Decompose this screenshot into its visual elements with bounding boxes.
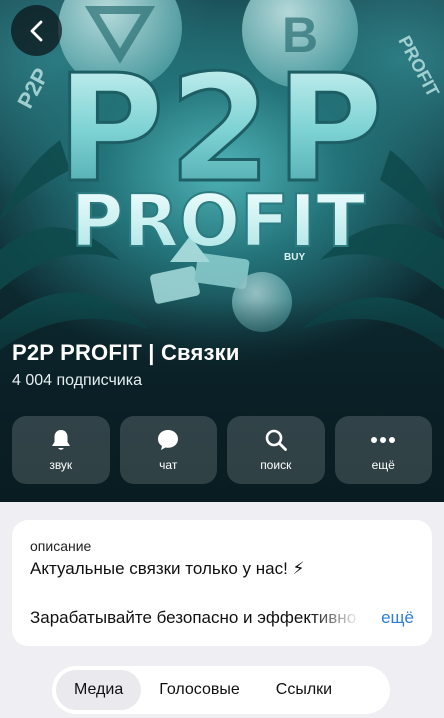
- channel-title: P2P PROFIT | Связки: [12, 340, 240, 365]
- description-line-2: Зарабатывайте безопасно и эффективно: [30, 608, 357, 627]
- description-line-2-wrap: Зарабатывайте безопасно и эффективно ещё: [30, 608, 414, 632]
- cover-buy-tag: BUY: [284, 252, 305, 263]
- chat-button-label: чат: [159, 458, 178, 472]
- tab-links[interactable]: Ссылки: [258, 670, 350, 710]
- back-button[interactable]: [11, 5, 62, 56]
- description-fade: [310, 608, 370, 632]
- description-label: описание: [30, 538, 92, 554]
- description-card: описание Актуальные связки только у нас!…: [12, 520, 432, 646]
- more-dots-icon: [371, 437, 396, 443]
- cover-side-text-right: PROFIT: [394, 32, 443, 100]
- tab-voice[interactable]: Голосовые: [141, 670, 258, 710]
- description-more-link[interactable]: ещё: [375, 608, 414, 632]
- search-button-label: поиск: [260, 458, 292, 472]
- chevron-left-icon: [30, 20, 42, 41]
- cover-sub-title: PROFIT: [71, 179, 366, 263]
- bell-icon: [51, 430, 70, 450]
- sound-button-label: звук: [49, 458, 73, 472]
- media-tabs: Медиа Голосовые Ссылки: [52, 666, 390, 714]
- chat-button[interactable]: чат: [119, 416, 217, 484]
- subscriber-count: 4 004 подписчика: [12, 372, 142, 389]
- search-icon: [265, 429, 287, 451]
- search-button[interactable]: поиск: [227, 416, 325, 484]
- tab-media[interactable]: Медиа: [56, 670, 142, 710]
- cover-side-text-left: P2P: [12, 64, 54, 112]
- description-line-1: Актуальные связки только у нас! ⚡: [30, 559, 305, 578]
- more-button[interactable]: ещё: [334, 416, 432, 484]
- chat-bubble-icon: [158, 430, 179, 450]
- sound-button[interactable]: звук: [12, 416, 110, 484]
- channel-actions: звук чат поиск ещё: [12, 416, 432, 484]
- more-button-label: ещё: [371, 458, 395, 472]
